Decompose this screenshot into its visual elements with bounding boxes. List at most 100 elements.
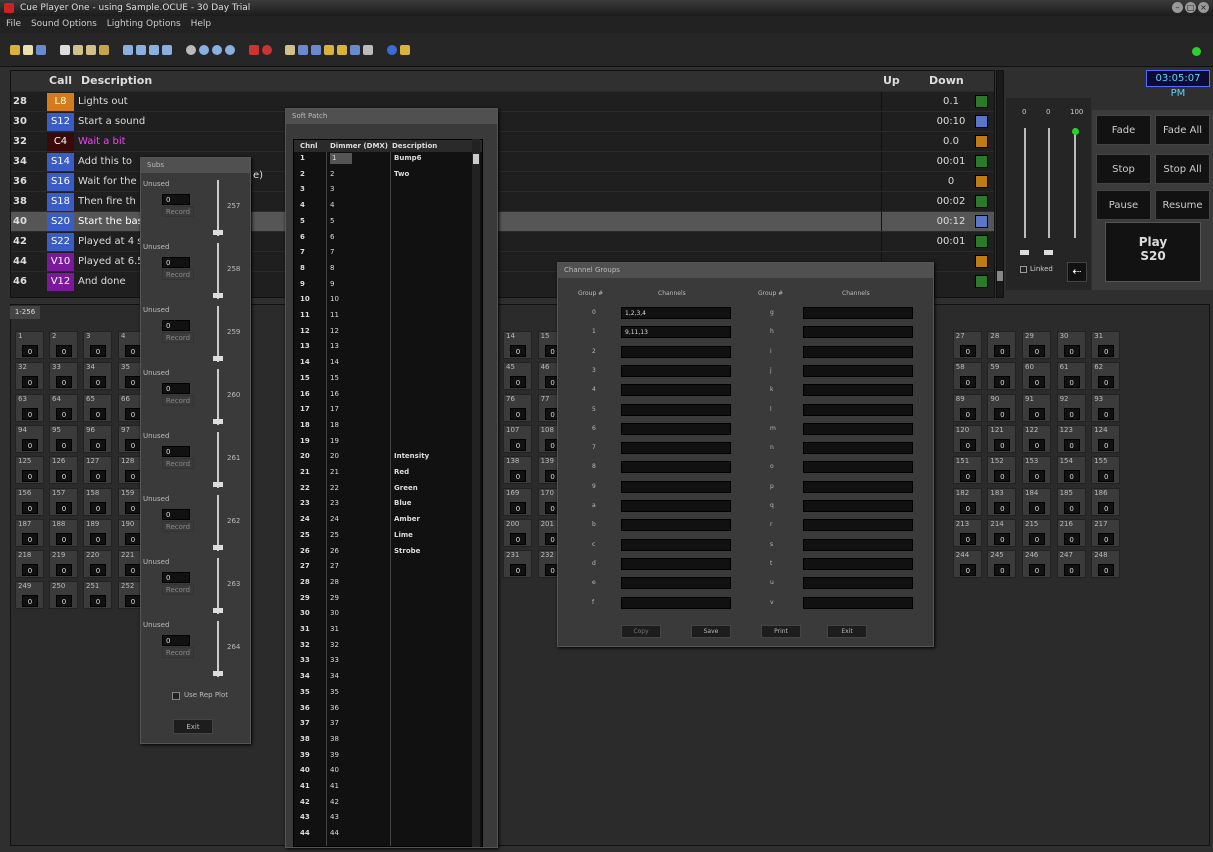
sub-record-button[interactable]: Record [162,206,194,217]
cue-status-icon[interactable] [975,195,988,208]
sub-value-field[interactable]: 0 [162,509,190,520]
channel-cell[interactable]: 32 0 [15,362,44,391]
channel-cell[interactable]: 246 0 [1022,550,1051,579]
channel-cell[interactable]: 95 0 [49,424,78,453]
play-button[interactable]: Play S20 [1105,222,1201,282]
patch-row[interactable]: 23 23 Blue [294,498,482,509]
patch-row[interactable]: 44 44 [294,828,482,839]
cue-status-icon[interactable] [975,135,988,148]
insert-cue-icon[interactable] [135,45,146,55]
settings-icon[interactable] [224,45,235,55]
paste-icon[interactable] [85,45,96,55]
cue-status-icon[interactable] [975,255,988,268]
minimize-icon[interactable]: – [1172,2,1183,13]
save-button[interactable]: Save [691,625,731,638]
stop-icon[interactable] [248,45,259,55]
group-channels-field[interactable] [621,538,731,551]
group-channels-field[interactable] [803,326,913,339]
patch-row[interactable]: 27 27 [294,561,482,572]
patch-row[interactable]: 11 11 [294,310,482,321]
cut-icon[interactable] [59,45,70,55]
video-cue-icon[interactable] [311,45,322,55]
group-channels-field[interactable] [621,480,731,493]
channel-cell[interactable]: 29 0 [1022,331,1051,359]
sub-record-button[interactable]: Record [162,647,194,658]
patch-row[interactable]: 14 14 [294,357,482,368]
patch-row[interactable]: 18 18 [294,420,482,431]
patch-row[interactable]: 38 38 [294,734,482,745]
exit-button[interactable]: Exit [827,625,867,638]
new-file-icon[interactable] [10,45,20,55]
channel-cell[interactable]: 217 0 [1091,518,1121,547]
channel-cell[interactable]: 215 0 [1022,518,1051,547]
stop-button[interactable]: Stop [1096,154,1151,184]
cue-row[interactable]: 28 L8 Lights out 0.1 [11,91,994,111]
patch-row[interactable]: 41 41 [294,781,482,792]
cue-status-icon[interactable] [975,115,988,128]
channel-cell[interactable]: 157 0 [49,487,78,516]
sub-fader-track[interactable] [217,558,219,614]
channel-cell[interactable]: 92 0 [1056,393,1086,422]
group-channels-field[interactable]: 9,11,13 [621,326,731,339]
patch-row[interactable]: 17 17 [294,404,482,415]
channel-cell[interactable]: 183 0 [987,487,1017,516]
group-channels-field[interactable] [621,422,731,435]
channel-cell[interactable]: 231 0 [503,550,532,579]
channel-cell[interactable]: 248 0 [1091,550,1121,579]
channel-cell[interactable]: 184 0 [1022,487,1051,516]
group-channels-field[interactable] [621,384,731,397]
subs-exit-button[interactable]: Exit [173,719,213,734]
group-channels-field[interactable] [803,557,913,570]
sub-record-button[interactable]: Record [162,521,194,532]
patch-row[interactable]: 42 42 [294,797,482,808]
channel-cell[interactable]: 153 0 [1022,456,1051,485]
fader-knob-1[interactable] [1020,250,1029,255]
sub-fader-knob[interactable] [213,545,223,550]
channel-cell[interactable]: 91 0 [1022,393,1051,422]
cue-status-icon[interactable] [975,175,988,188]
channel-cell[interactable]: 187 0 [15,518,44,547]
patch-row[interactable]: 39 39 [294,750,482,761]
channel-cell[interactable]: 10 [15,331,44,359]
sub-record-button[interactable]: Record [162,395,194,406]
channel-cell[interactable]: 138 0 [503,456,532,485]
group-channels-field[interactable] [621,500,731,512]
fader-knob-3[interactable] [1072,128,1079,135]
channel-cell[interactable]: 76 0 [503,393,532,422]
open-file-icon[interactable] [23,45,33,55]
channel-cell[interactable]: 244 0 [952,550,982,579]
channel-cell[interactable]: 45 0 [503,362,532,391]
fade-button[interactable]: Fade [1096,115,1151,145]
channel-cell[interactable]: 158 0 [83,487,112,516]
patch-row[interactable]: 19 19 [294,436,482,447]
patch-row[interactable]: 2 2 Two [294,169,482,180]
group-channels-field[interactable] [621,442,731,455]
sub-fader-knob[interactable] [213,230,223,235]
patch-row[interactable]: 20 20 Intensity [294,451,482,462]
channel-cell[interactable]: 188 0 [49,518,78,547]
channel-cell[interactable]: 152 0 [987,456,1017,485]
sub-fader-track[interactable] [217,495,219,551]
patch-row[interactable]: 13 13 [294,341,482,352]
stop-all-button[interactable]: Stop All [1155,154,1210,184]
group-channels-field[interactable] [803,596,913,609]
channel-tab[interactable]: 1-256 [10,306,40,319]
channel-cell[interactable]: 155 0 [1091,456,1121,485]
group-channels-field[interactable] [803,461,913,474]
channel-cell[interactable]: 124 0 [1091,424,1121,453]
menu-lighting-options[interactable]: Lighting Options [107,19,181,29]
sub-value-field[interactable]: 0 [162,446,190,457]
patch-row[interactable]: 12 12 [294,326,482,337]
channel-cell[interactable]: 59 0 [987,362,1017,391]
group-channels-field[interactable] [803,480,913,493]
refresh-icon[interactable] [211,45,222,55]
channel-cell[interactable]: 121 0 [987,424,1017,453]
patch-row[interactable]: 36 36 [294,703,482,714]
patch-row[interactable]: 33 33 [294,655,482,666]
use-rep-plot-checkbox[interactable] [172,692,180,700]
cue-list-scrollbar[interactable] [996,70,1004,298]
patch-row[interactable]: 1 1 Bump6 [294,153,482,164]
fader-knob-2[interactable] [1044,250,1053,255]
cue-row[interactable]: 30 S12 Start a sound 00:10 [11,111,994,131]
channel-cell[interactable]: 14 0 [503,331,532,359]
